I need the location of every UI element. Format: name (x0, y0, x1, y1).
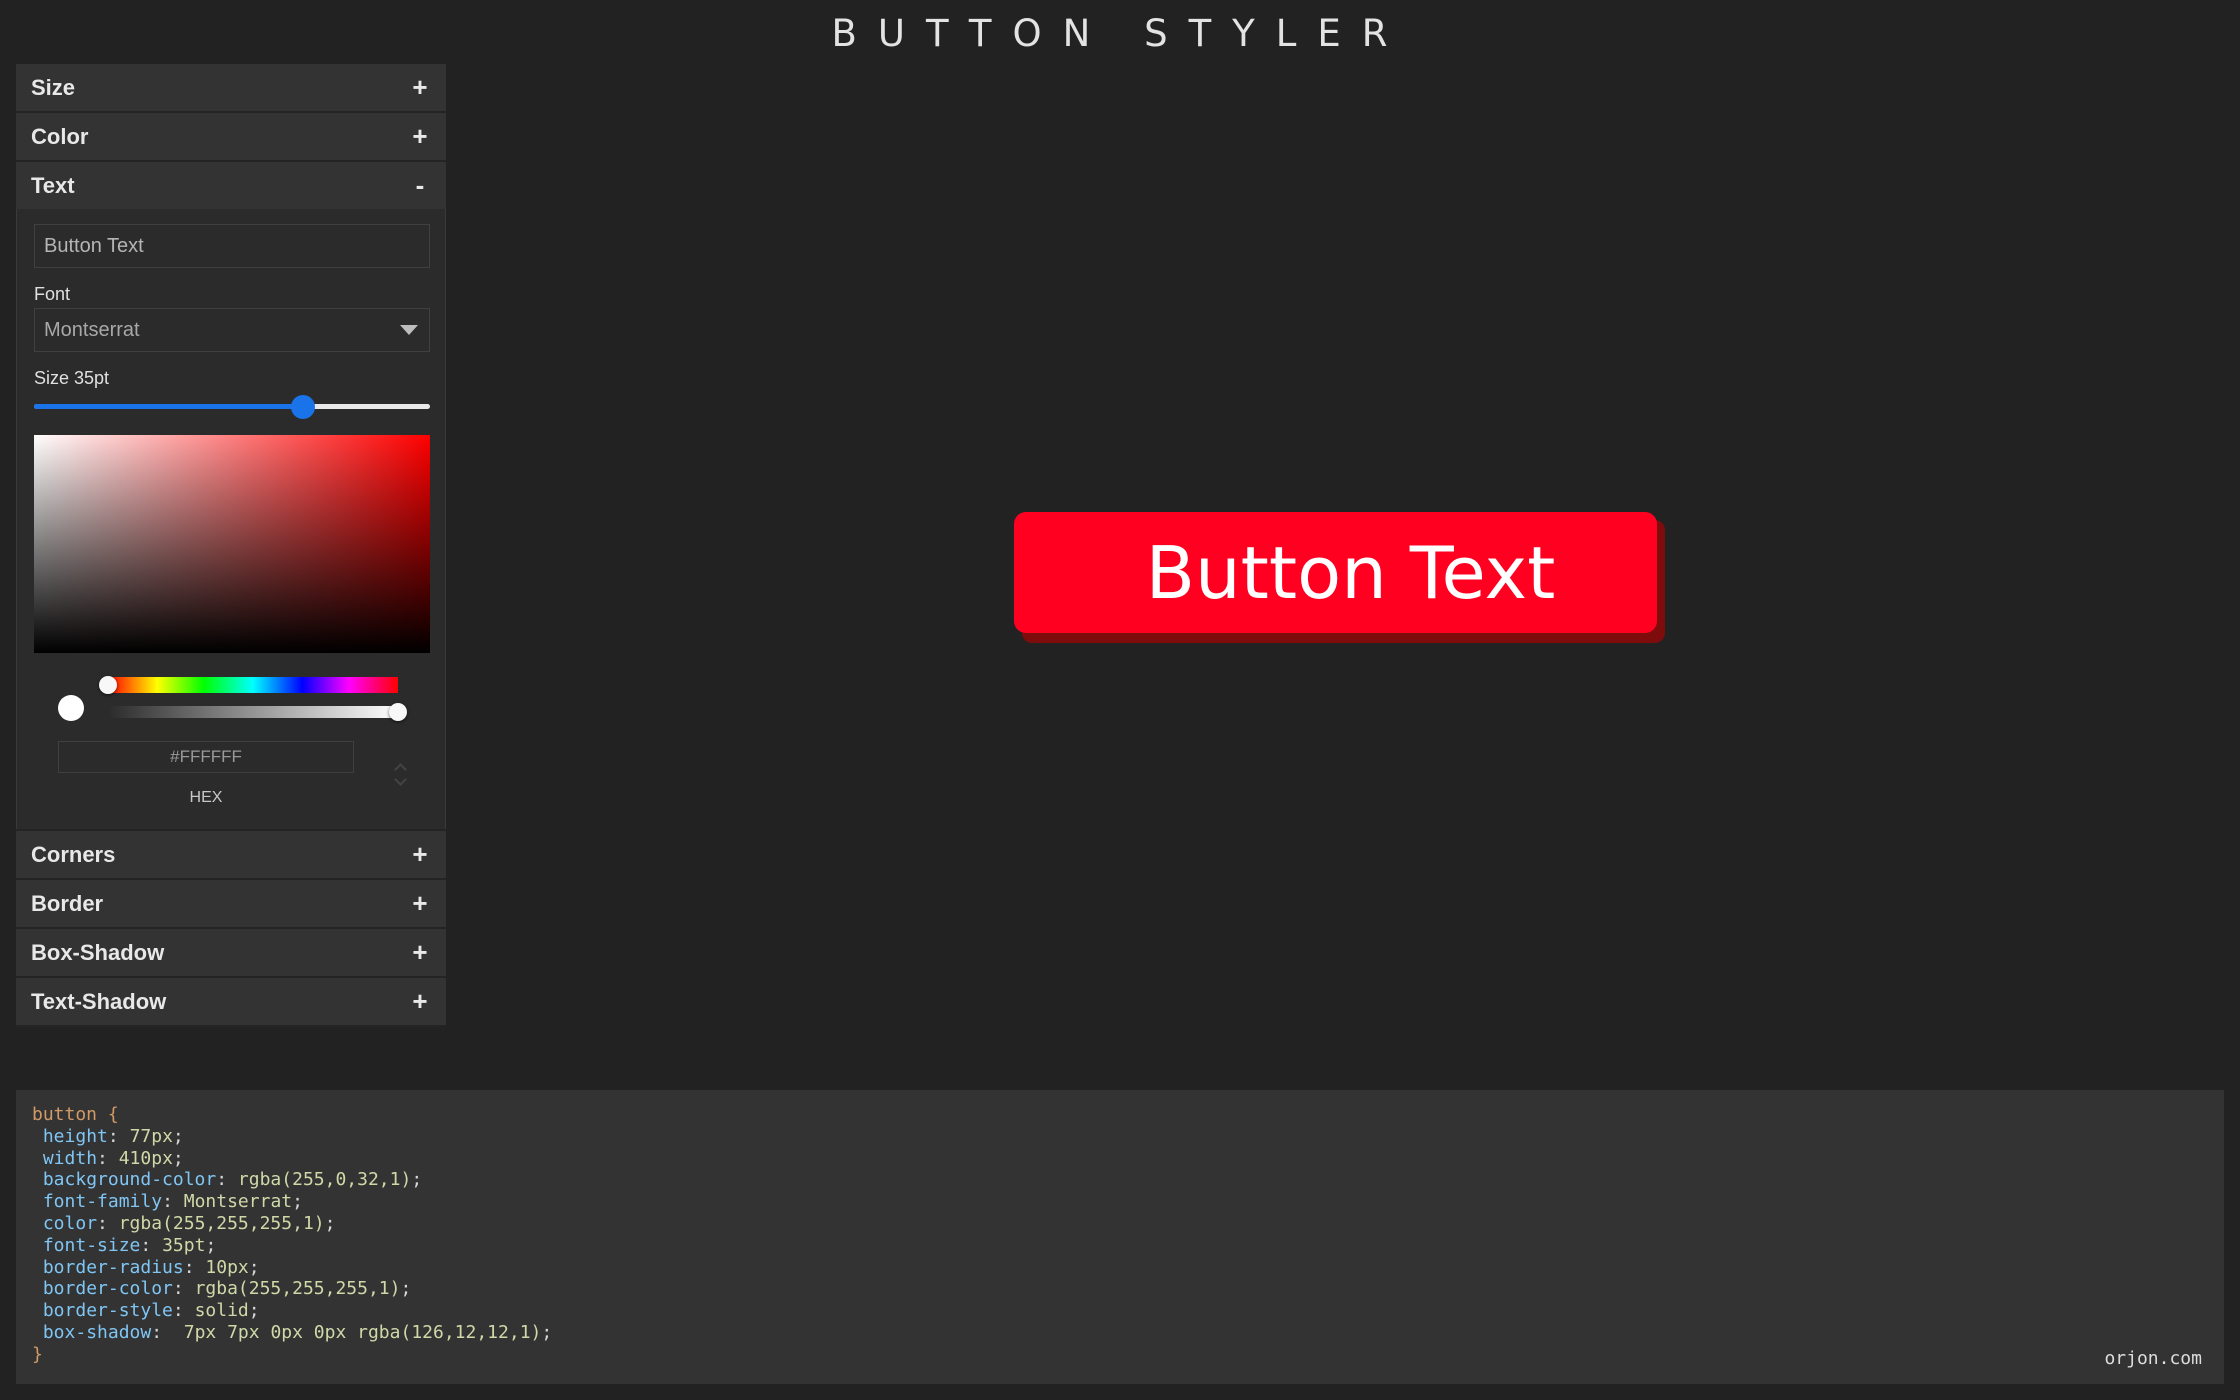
code-property: border-style (42, 1300, 173, 1322)
button-text-input[interactable]: Button Text (34, 224, 430, 268)
code-selector-line: button { (32, 1104, 2224, 1126)
code-property: color (42, 1212, 98, 1234)
code-property: background-color (42, 1169, 217, 1191)
section-box-shadow-header[interactable]: Box-Shadow + (16, 929, 446, 976)
code-declaration-line: font-family: Montserrat; (42, 1191, 303, 1213)
section-corners: Corners + (16, 831, 446, 880)
code-declaration-line: width: 410px; (42, 1147, 184, 1169)
section-text-label: Text (31, 172, 75, 198)
section-size-header[interactable]: Size + (16, 64, 446, 111)
button-styler-page: BUTTON STYLER Size + Color + Text - Butt… (0, 0, 2240, 1400)
section-size-label: Size (31, 74, 76, 100)
code-value: 10px (205, 1256, 249, 1278)
section-color-label: Color (31, 123, 89, 149)
font-select-value: Montserrat (44, 318, 140, 341)
collapse-icon[interactable]: - (410, 170, 430, 201)
code-value: 410px (118, 1147, 173, 1169)
expand-icon[interactable]: + (410, 937, 430, 968)
expand-icon[interactable]: + (410, 888, 430, 919)
section-corners-header[interactable]: Corners + (16, 831, 446, 878)
section-text-body: Button Text Font Montserrat Size 35pt #F… (16, 209, 446, 829)
hex-input-row: #FFFFFF HEX (34, 741, 428, 815)
code-value: 7px 7px 0px 0px rgba(126,12,12,1) (172, 1321, 542, 1343)
hex-label: HEX (189, 789, 223, 806)
code-declaration-line: border-radius: 10px; (42, 1256, 260, 1278)
settings-sidebar: Size + Color + Text - Button Text Font M… (16, 64, 446, 1027)
font-label: Font (34, 284, 71, 304)
slider-thumb[interactable] (291, 395, 316, 419)
code-property: border-radius (42, 1256, 184, 1278)
font-select[interactable]: Montserrat (34, 308, 430, 352)
code-value: rgba(255,255,255,1) (194, 1278, 401, 1300)
expand-icon[interactable]: + (410, 121, 430, 152)
hex-input[interactable]: #FFFFFF (58, 741, 354, 773)
code-declaration-line: box-shadow: 7px 7px 0px 0px rgba(126,12,… (42, 1321, 553, 1343)
code-declaration-line: background-color: rgba(255,0,32,1); (42, 1169, 423, 1191)
section-text-shadow: Text-Shadow + (16, 978, 446, 1027)
credit-link[interactable]: orjon.com (2104, 1348, 2202, 1370)
code-value: rgba(255,255,255,1) (118, 1212, 325, 1234)
code-close-line: } (32, 1344, 2224, 1366)
code-declaration-line: font-size: 35pt; (42, 1234, 217, 1256)
chevron-down-icon (400, 325, 418, 335)
section-border: Border + (16, 880, 446, 929)
code-value: 77px (129, 1125, 173, 1147)
section-border-header[interactable]: Border + (16, 880, 446, 927)
section-box-shadow-label: Box-Shadow (31, 939, 165, 965)
code-declaration-line: color: rgba(255,255,255,1); (42, 1212, 336, 1234)
css-code-panel[interactable]: button { height: 77px; width: 410px; bac… (16, 1090, 2224, 1384)
section-color-header[interactable]: Color + (16, 113, 446, 160)
code-property: height (42, 1125, 108, 1147)
code-property: font-size (42, 1234, 141, 1256)
code-value: solid (194, 1300, 249, 1322)
color-preview-swatch (58, 695, 84, 721)
font-size-label: Size 35pt (34, 368, 110, 388)
section-border-label: Border (31, 890, 104, 916)
section-size: Size + (16, 64, 446, 113)
expand-icon[interactable]: + (410, 839, 430, 870)
section-box-shadow: Box-Shadow + (16, 929, 446, 978)
hue-slider-thumb[interactable] (99, 676, 117, 694)
code-value: rgba(255,0,32,1) (237, 1169, 412, 1191)
code-open-brace: { (107, 1104, 119, 1125)
saturation-value-picker[interactable] (34, 435, 430, 653)
code-close-brace: } (32, 1343, 43, 1365)
up-down-arrows-icon[interactable] (394, 759, 408, 789)
section-color: Color + (16, 113, 446, 162)
alpha-slider[interactable] (108, 703, 407, 721)
code-selector: button (32, 1104, 98, 1125)
code-property: width (42, 1147, 98, 1169)
code-property: font-family (42, 1191, 163, 1213)
alpha-slider-thumb[interactable] (389, 703, 407, 721)
preview-button[interactable]: Button Text (1014, 512, 1657, 633)
section-text: Text - Button Text Font Montserrat Size … (16, 162, 446, 831)
code-value: 35pt (162, 1234, 206, 1256)
code-property: border-color (42, 1278, 173, 1300)
code-property: box-shadow (42, 1321, 152, 1343)
expand-icon[interactable]: + (410, 72, 430, 103)
color-picker-controls (34, 671, 428, 741)
section-text-shadow-label: Text-Shadow (31, 988, 167, 1014)
slider-fill (34, 404, 304, 409)
code-declaration-line: border-color: rgba(255,255,255,1); (42, 1278, 412, 1300)
page-title: BUTTON STYLER (831, 12, 1409, 55)
code-declaration-line: border-style: solid; (42, 1300, 260, 1322)
code-value: Montserrat (183, 1191, 293, 1213)
font-size-slider[interactable] (34, 395, 430, 419)
section-text-header[interactable]: Text - (16, 162, 446, 209)
hue-slider[interactable] (99, 676, 398, 694)
expand-icon[interactable]: + (410, 986, 430, 1017)
section-corners-label: Corners (31, 841, 116, 867)
code-declarations: height: 77px; width: 410px; background-c… (32, 1126, 2224, 1344)
code-declaration-line: height: 77px; (42, 1125, 184, 1147)
section-text-shadow-header[interactable]: Text-Shadow + (16, 978, 446, 1025)
